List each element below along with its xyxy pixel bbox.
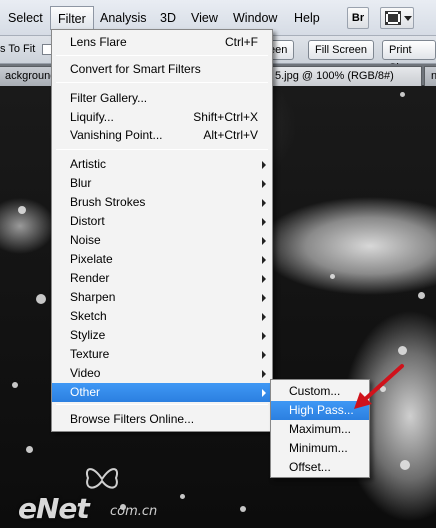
submenu-arrow-icon	[262, 351, 266, 359]
menu-item-convert-smart-filters[interactable]: Convert for Smart Filters	[52, 60, 272, 79]
watermark-domain: com.cn	[110, 504, 158, 519]
menu-help[interactable]: Help	[294, 9, 320, 27]
menu-item-sketch[interactable]: Sketch	[52, 307, 272, 326]
tab-background[interactable]: ackground	[0, 66, 56, 86]
fit-screen-label: s To Fit	[0, 43, 36, 55]
submenu-arrow-icon	[262, 161, 266, 169]
menu-separator	[56, 82, 268, 83]
menu-item-texture[interactable]: Texture	[52, 345, 272, 364]
film-icon	[385, 11, 401, 25]
menu-item-sharpen[interactable]: Sharpen	[52, 288, 272, 307]
submenu-arrow-icon	[262, 180, 266, 188]
menu-view[interactable]: View	[191, 9, 218, 27]
print-size-button[interactable]: Print Size	[382, 40, 436, 74]
menu-item-noise[interactable]: Noise	[52, 231, 272, 250]
menu-filter[interactable]: Filter	[50, 6, 94, 30]
submenu-arrow-icon	[262, 237, 266, 245]
menu-analysis[interactable]: Analysis	[100, 9, 147, 27]
menu-item-browse-filters-online[interactable]: Browse Filters Online...	[52, 410, 272, 429]
menu-item-filter-gallery[interactable]: Filter Gallery...	[52, 89, 272, 108]
fill-screen-button[interactable]: Fill Screen	[308, 40, 374, 60]
submenu-arrow-icon	[262, 332, 266, 340]
menu-item-render[interactable]: Render	[52, 269, 272, 288]
submenu-arrow-icon	[262, 370, 266, 378]
submenu-arrow-icon	[262, 218, 266, 226]
filter-menu: Lens Flare Ctrl+F Convert for Smart Filt…	[51, 29, 273, 432]
annotation-arrow-icon	[354, 364, 404, 409]
menu-3d[interactable]: 3D	[160, 9, 176, 27]
menu-item-offset[interactable]: Offset...	[271, 458, 369, 477]
screen-mode-button[interactable]	[380, 7, 414, 29]
menu-item-vanishing-point[interactable]: Vanishing Point... Alt+Ctrl+V	[52, 126, 272, 145]
menu-item-stylize[interactable]: Stylize	[52, 326, 272, 345]
submenu-arrow-icon	[262, 294, 266, 302]
submenu-arrow-icon	[262, 389, 266, 397]
bridge-button[interactable]: Br	[347, 7, 369, 29]
menu-item-lens-flare[interactable]: Lens Flare Ctrl+F	[52, 33, 272, 52]
menu-item-minimum[interactable]: Minimum...	[271, 439, 369, 458]
submenu-arrow-icon	[262, 275, 266, 283]
menu-item-maximum[interactable]: Maximum...	[271, 420, 369, 439]
watermark-text: eNet	[18, 492, 90, 525]
submenu-arrow-icon	[262, 313, 266, 321]
menu-item-liquify[interactable]: Liquify... Shift+Ctrl+X	[52, 108, 272, 127]
butterfly-logo-icon	[86, 468, 118, 489]
menu-separator	[56, 149, 268, 150]
menu-separator	[56, 404, 268, 405]
bridge-icon: Br	[351, 12, 365, 24]
menu-item-other[interactable]: Other	[52, 383, 272, 402]
menu-item-video[interactable]: Video	[52, 364, 272, 383]
submenu-arrow-icon	[262, 199, 266, 207]
tab-active-document[interactable]: 5.jpg @ 100% (RGB/8#)	[268, 66, 422, 86]
tab-next-document[interactable]: n	[424, 66, 436, 86]
chevron-down-icon	[404, 16, 412, 21]
menu-separator	[56, 55, 268, 56]
watermark: eNet com.cn	[10, 462, 210, 525]
submenu-arrow-icon	[262, 256, 266, 264]
menu-item-brush-strokes[interactable]: Brush Strokes	[52, 193, 272, 212]
menu-select[interactable]: Select	[8, 9, 43, 27]
menu-item-pixelate[interactable]: Pixelate	[52, 250, 272, 269]
menu-item-artistic[interactable]: Artistic	[52, 155, 272, 174]
menu-item-blur[interactable]: Blur	[52, 174, 272, 193]
menu-item-distort[interactable]: Distort	[52, 212, 272, 231]
menu-window[interactable]: Window	[233, 9, 277, 27]
